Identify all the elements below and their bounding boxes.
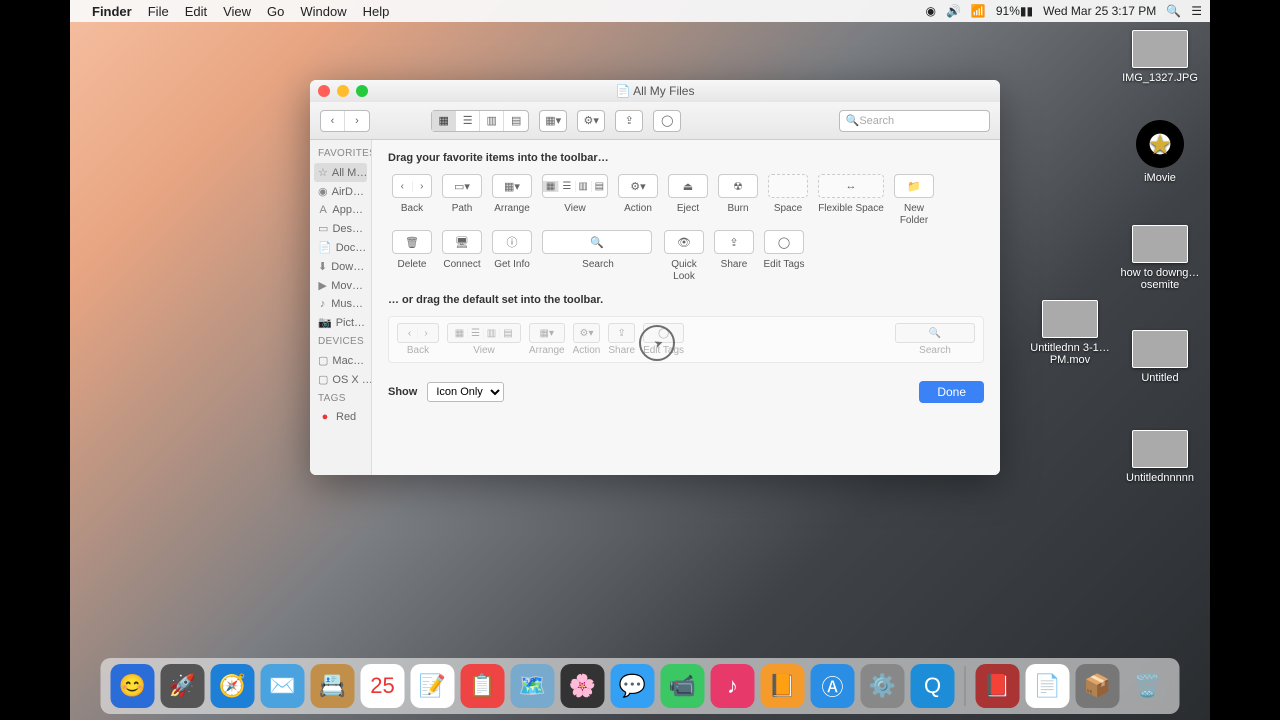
- window-close[interactable]: [318, 85, 330, 97]
- sidebar-item[interactable]: ⬇Dow…: [310, 257, 371, 276]
- customize-default-lead: … or drag the default set into the toolb…: [388, 294, 984, 306]
- dock-maps[interactable]: 🗺️: [511, 664, 555, 708]
- desktop-file[interactable]: Untitlednnnnn: [1120, 430, 1200, 484]
- toolbar-view-switcher[interactable]: ▦☰▥▤: [431, 110, 529, 132]
- titlebar[interactable]: 📄 All My Files: [310, 80, 1000, 102]
- palette-item-new-folder[interactable]: 📁New Folder: [890, 174, 938, 226]
- dock-doc[interactable]: 📕: [976, 664, 1020, 708]
- dock-appstore[interactable]: Ⓐ: [811, 664, 855, 708]
- palette-item-get-info[interactable]: ⓘGet Info: [488, 230, 536, 282]
- dock-quicktime[interactable]: Q: [911, 664, 955, 708]
- dock-mail[interactable]: ✉️: [261, 664, 305, 708]
- desktop-file[interactable]: Untitlednn 3-1…PM.mov: [1030, 300, 1110, 366]
- desktop-file[interactable]: IMG_1327.JPG: [1120, 30, 1200, 84]
- menubar: Finder File Edit View Go Window Help ◉ 🔊…: [70, 0, 1210, 22]
- toolbar-back-forward[interactable]: ‹›: [320, 110, 370, 132]
- palette-item-connect[interactable]: 🖥Connect: [438, 230, 486, 282]
- palette-item-delete[interactable]: 🗑Delete: [388, 230, 436, 282]
- toolbar-share[interactable]: ⇪: [615, 110, 643, 132]
- palette-item-space[interactable]: Space: [764, 174, 812, 226]
- sidebar-item[interactable]: AApp…: [310, 201, 371, 219]
- palette-item-eject[interactable]: ⏏Eject: [664, 174, 712, 226]
- done-button[interactable]: Done: [919, 381, 984, 403]
- dock-notes[interactable]: 📝: [411, 664, 455, 708]
- toolbar-tags[interactable]: ◯: [653, 110, 681, 132]
- sidebar-item[interactable]: 📄Doc…: [310, 238, 371, 257]
- menu-help[interactable]: Help: [363, 4, 390, 19]
- sidebar-item[interactable]: ▭Des…: [310, 219, 371, 238]
- sidebar-item[interactable]: ▢OS X …: [310, 370, 371, 389]
- dock-safari[interactable]: 🧭: [211, 664, 255, 708]
- dock-reminders[interactable]: 📋: [461, 664, 505, 708]
- customize-lead: Drag your favorite items into the toolba…: [388, 152, 984, 164]
- menu-go[interactable]: Go: [267, 4, 284, 19]
- window-zoom[interactable]: [356, 85, 368, 97]
- window-title: 📄 All My Files: [616, 84, 695, 98]
- sidebar-item[interactable]: ◉AirD…: [310, 182, 371, 201]
- imovie-icon: [1136, 120, 1184, 168]
- show-select[interactable]: Icon Only: [427, 382, 504, 402]
- palette-item-burn[interactable]: ☢Burn: [714, 174, 762, 226]
- show-label: Show: [388, 386, 417, 398]
- desktop-file[interactable]: how to downg…osemite: [1120, 225, 1200, 291]
- customize-toolbar-sheet: Drag your favorite items into the toolba…: [372, 140, 1000, 475]
- menu-view[interactable]: View: [223, 4, 251, 19]
- desktop-file[interactable]: iMovie: [1120, 120, 1200, 184]
- dock-facetime[interactable]: 📹: [661, 664, 705, 708]
- dock: 😊 🚀 🧭 ✉️ 📇 25 📝 📋 🗺️ 🌸 💬 📹 ♪ 📙 Ⓐ ⚙️ Q 📕 …: [101, 658, 1180, 714]
- status-wifi-icon[interactable]: 📶: [971, 4, 986, 18]
- dock-trash[interactable]: 🗑️: [1126, 664, 1170, 708]
- sidebar-item[interactable]: ▶Mov…: [310, 276, 371, 295]
- dock-messages[interactable]: 💬: [611, 664, 655, 708]
- menu-window[interactable]: Window: [300, 4, 346, 19]
- toolbar-search[interactable]: 🔍 Search: [839, 110, 990, 132]
- dock-itunes[interactable]: ♪: [711, 664, 755, 708]
- dock-ibooks[interactable]: 📙: [761, 664, 805, 708]
- menu-file[interactable]: File: [148, 4, 169, 19]
- sidebar-item[interactable]: ●Red: [310, 408, 371, 426]
- sidebar-item[interactable]: 📷Pict…: [310, 313, 371, 332]
- toolbar-action[interactable]: ⚙▾: [577, 110, 605, 132]
- status-spotlight-icon[interactable]: 🔍: [1166, 4, 1181, 18]
- palette-item-view[interactable]: ▦☰▥▤View: [538, 174, 612, 226]
- dock-folder[interactable]: 📦: [1076, 664, 1120, 708]
- finder-toolbar: ‹› ▦☰▥▤ ▦▾ ⚙▾ ⇪ ◯ 🔍 Search: [310, 102, 1000, 140]
- palette-item-edit-tags[interactable]: ◯Edit Tags: [760, 230, 808, 282]
- dock-calendar[interactable]: 25: [361, 664, 405, 708]
- palette-item-flexible-space[interactable]: ↔Flexible Space: [814, 174, 888, 226]
- sidebar-item[interactable]: ▢Mac…: [310, 351, 371, 370]
- desktop-file[interactable]: Untitled: [1120, 330, 1200, 384]
- toolbar-arrange[interactable]: ▦▾: [539, 110, 567, 132]
- menu-edit[interactable]: Edit: [185, 4, 207, 19]
- dock-launchpad[interactable]: 🚀: [161, 664, 205, 708]
- status-notification-icon[interactable]: ◉: [925, 4, 935, 18]
- sidebar-item[interactable]: ♪Mus…: [310, 295, 371, 313]
- default-toolbar-set[interactable]: ‹›Back ▦☰▥▤View ▦▾Arrange ⚙▾Action ⇪Shar…: [388, 316, 984, 363]
- palette-item-share[interactable]: ⇪Share: [710, 230, 758, 282]
- status-notifications-icon[interactable]: ☰: [1191, 4, 1202, 18]
- dock-preferences[interactable]: ⚙️: [861, 664, 905, 708]
- status-volume-icon[interactable]: 🔊: [946, 4, 961, 18]
- finder-window: 📄 All My Files ‹› ▦☰▥▤ ▦▾ ⚙▾ ⇪ ◯ 🔍 Searc…: [310, 80, 1000, 475]
- finder-sidebar: Favorites ☆All M… ◉AirD… AApp… ▭Des… 📄Do…: [310, 140, 372, 475]
- window-minimize[interactable]: [337, 85, 349, 97]
- status-clock[interactable]: Wed Mar 25 3:17 PM: [1043, 4, 1156, 18]
- dock-finder[interactable]: 😊: [111, 664, 155, 708]
- dock-file[interactable]: 📄: [1026, 664, 1070, 708]
- palette-item-back[interactable]: ‹›Back: [388, 174, 436, 226]
- palette-item-arrange[interactable]: ▦▾Arrange: [488, 174, 536, 226]
- status-battery[interactable]: 91% ▮▮: [996, 4, 1033, 18]
- palette-item-path[interactable]: ▭▾Path: [438, 174, 486, 226]
- sidebar-item[interactable]: ☆All M…: [314, 163, 367, 182]
- desktop: Finder File Edit View Go Window Help ◉ 🔊…: [70, 0, 1210, 720]
- palette-item-search[interactable]: 🔍Search: [538, 230, 658, 282]
- palette-item-quick-look[interactable]: 👁Quick Look: [660, 230, 708, 282]
- palette-item-action[interactable]: ⚙▾Action: [614, 174, 662, 226]
- menubar-app-name[interactable]: Finder: [92, 4, 132, 19]
- dock-contacts[interactable]: 📇: [311, 664, 355, 708]
- dock-photos[interactable]: 🌸: [561, 664, 605, 708]
